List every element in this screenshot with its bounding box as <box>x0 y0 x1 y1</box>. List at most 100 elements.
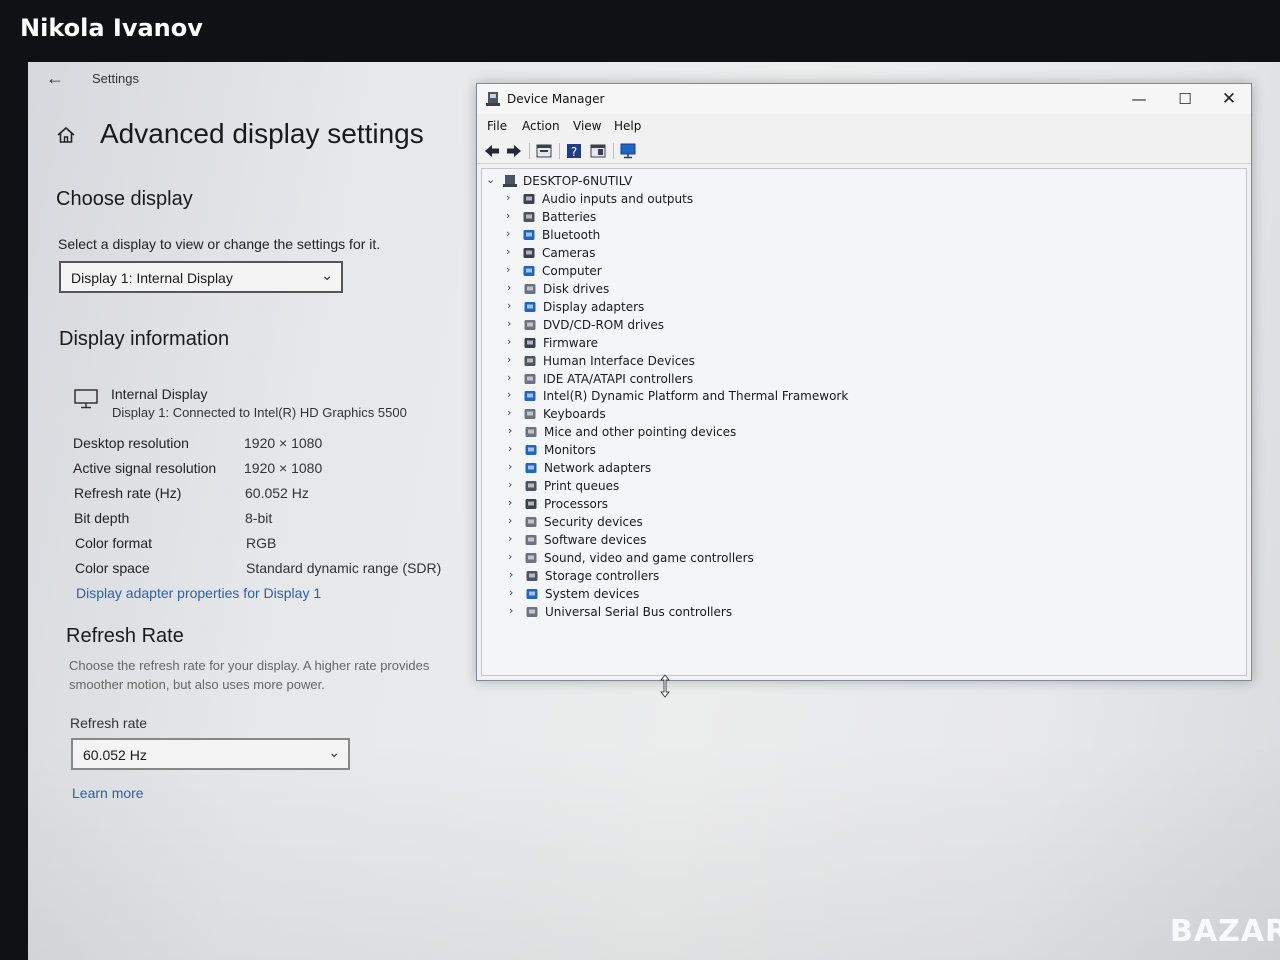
toolbar-separator <box>559 143 560 159</box>
device-category-label: Security devices <box>544 515 643 530</box>
software-device-icon <box>525 535 537 546</box>
chevron-right-icon[interactable]: › <box>508 442 512 455</box>
maximize-button[interactable]: ☐ <box>1165 88 1205 110</box>
device-category-label: Batteries <box>542 209 597 224</box>
chevron-right-icon[interactable]: › <box>507 281 511 294</box>
device-category-label: Mice and other pointing devices <box>544 425 737 440</box>
refresh-rate-dropdown[interactable]: 60.052 Hz ⌄ <box>71 738 350 770</box>
device-category-label: Audio inputs and outputs <box>542 192 694 206</box>
computer-icon <box>523 265 535 276</box>
device-category-label: Storage controllers <box>545 568 660 583</box>
display-info-label: Desktop resolution <box>73 435 189 451</box>
device-category-label: Bluetooth <box>542 227 601 242</box>
refresh-rate-label: Refresh rate <box>70 715 148 731</box>
chevron-right-icon[interactable]: › <box>509 604 513 617</box>
learn-more-link[interactable]: Learn more <box>72 785 144 801</box>
device-category-label: Software devices <box>544 533 647 548</box>
chevron-right-icon[interactable]: › <box>507 371 511 384</box>
display-info-value: RGB <box>246 535 277 551</box>
hid-icon <box>524 355 536 366</box>
chevron-right-icon[interactable]: › <box>507 353 511 366</box>
adapter-properties-link[interactable]: Display adapter properties for Display 1 <box>76 585 321 601</box>
back-arrow-icon[interactable]: ← <box>46 68 64 89</box>
menu-file[interactable]: File <box>487 119 507 133</box>
display-info-label: Color space <box>75 560 150 576</box>
chevron-right-icon[interactable]: › <box>506 263 510 276</box>
display-select-value: Display 1: Internal Display <box>71 270 233 286</box>
chevron-right-icon[interactable]: › <box>509 568 513 581</box>
device-category-label: Processors <box>544 497 609 512</box>
properties-icon[interactable] <box>535 142 553 160</box>
network-adapter-icon <box>525 463 537 474</box>
firmware-icon <box>524 337 536 348</box>
speaker-icon <box>523 194 535 204</box>
display-info-value: Standard dynamic range (SDR) <box>246 560 442 576</box>
chevron-right-icon[interactable]: › <box>507 335 511 348</box>
device-category-label: Print queues <box>544 479 620 494</box>
device-manager-icon <box>486 92 500 106</box>
chevron-right-icon[interactable]: › <box>506 227 510 240</box>
device-manager-window[interactable]: Device Manager — ☐ ✕ File Action View He… <box>476 83 1252 681</box>
chevron-right-icon[interactable]: › <box>508 460 512 473</box>
forward-arrow-icon[interactable] <box>505 142 523 160</box>
ide-controller-icon <box>524 373 536 384</box>
svg-text:?: ? <box>571 145 577 159</box>
toolbar: ? <box>477 139 1251 164</box>
menu-action[interactable]: Action <box>522 119 560 133</box>
refresh-rate-value: 60.052 Hz <box>83 747 147 763</box>
chevron-right-icon[interactable]: › <box>508 478 512 491</box>
display-info-label: Bit depth <box>74 510 130 526</box>
storage-icon <box>526 570 538 581</box>
close-button[interactable]: ✕ <box>1209 88 1249 110</box>
display-info-value: 60.052 Hz <box>245 485 309 501</box>
menu-help[interactable]: Help <box>614 119 641 133</box>
settings-window: ← Settings Advanced display settings Cho… <box>28 62 468 960</box>
minimize-button[interactable]: — <box>1119 88 1159 110</box>
processor-icon <box>525 499 537 510</box>
chevron-right-icon[interactable]: › <box>508 532 512 545</box>
chevron-right-icon[interactable]: › <box>508 514 512 527</box>
refresh-rate-heading: Refresh Rate <box>66 625 184 647</box>
battery-icon <box>523 211 535 222</box>
chevron-right-icon[interactable]: › <box>507 388 511 401</box>
monitor-scan-icon[interactable] <box>619 142 637 160</box>
chevron-right-icon[interactable]: › <box>509 586 513 599</box>
system-device-icon <box>526 588 538 599</box>
choose-display-description: Select a display to view or change the s… <box>58 236 381 252</box>
photo-credit: Nikola Ivanov <box>20 14 203 42</box>
panel-icon[interactable] <box>589 142 607 160</box>
chevron-right-icon[interactable]: › <box>508 496 512 509</box>
home-icon[interactable] <box>56 125 76 145</box>
device-category-label: IDE ATA/ATAPI controllers <box>543 371 694 386</box>
chevron-right-icon[interactable]: › <box>506 191 510 204</box>
help-icon[interactable]: ? <box>565 142 583 160</box>
device-category-label: Firmware <box>543 335 598 350</box>
chevron-right-icon[interactable]: › <box>508 424 512 437</box>
display-adapter-icon <box>524 301 536 312</box>
chevron-right-icon[interactable]: › <box>508 550 512 563</box>
monitor-icon <box>74 389 98 409</box>
back-arrow-icon[interactable] <box>483 142 501 160</box>
window-title: Device Manager <box>507 92 605 106</box>
monitor-name: Internal Display <box>111 386 208 402</box>
chevron-right-icon[interactable]: › <box>507 299 511 312</box>
display-select-dropdown[interactable]: Display 1: Internal Display ⌄ <box>59 261 343 293</box>
device-category-label: Display adapters <box>543 299 645 314</box>
menu-view[interactable]: View <box>573 119 601 133</box>
chevron-right-icon[interactable]: › <box>507 317 511 330</box>
device-category-label: DVD/CD-ROM drives <box>543 317 665 332</box>
device-tree[interactable]: ⌄ DESKTOP-6NUTILV › Audio inputs and output… <box>481 168 1247 676</box>
title-bar[interactable]: Device Manager — ☐ ✕ <box>477 84 1251 114</box>
choose-display-heading: Choose display <box>56 188 193 210</box>
chevron-right-icon[interactable]: › <box>506 245 510 258</box>
watermark-text: BAZAR <box>1170 914 1280 949</box>
device-category-label: Disk drives <box>543 281 610 296</box>
dvd-drive-icon <box>524 319 536 330</box>
toolbar-separator <box>529 143 530 159</box>
resize-cursor-icon <box>660 674 670 698</box>
display-info-value: 1920 × 1080 <box>244 460 323 476</box>
monitor-icon <box>525 445 537 456</box>
chevron-down-icon[interactable]: ⌄ <box>486 173 495 186</box>
chevron-right-icon[interactable]: › <box>506 209 510 222</box>
chevron-right-icon[interactable]: › <box>507 406 511 419</box>
